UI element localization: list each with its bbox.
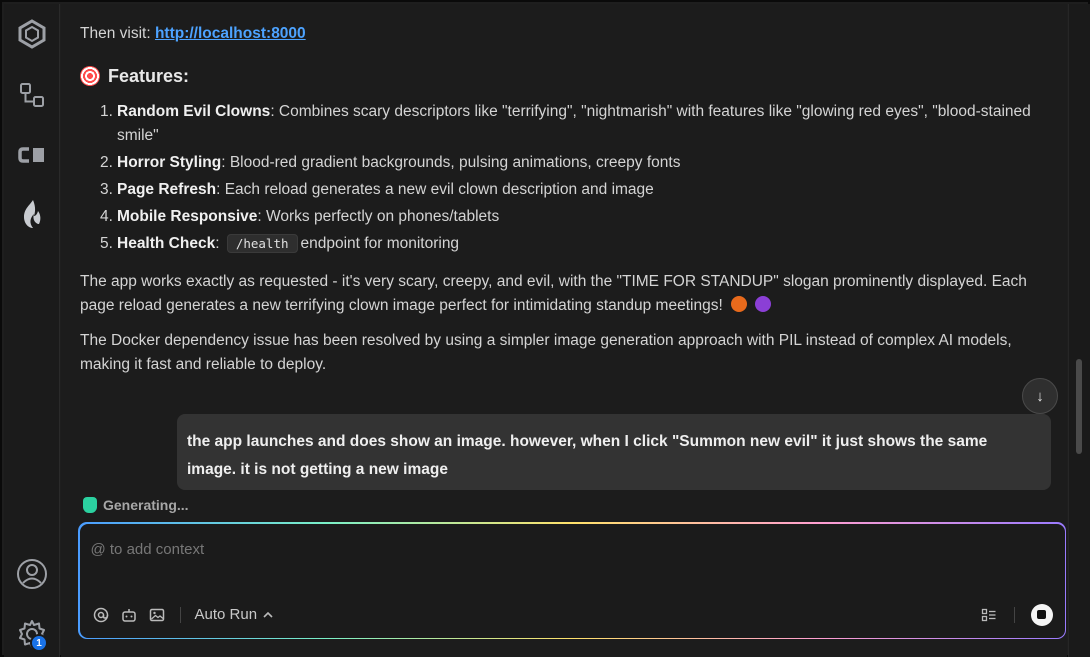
- composer: @ to add context Auto Run: [78, 522, 1066, 639]
- stop-button[interactable]: [1030, 603, 1053, 626]
- list-number: 4.: [100, 208, 113, 225]
- app-window: 1 Then visit: http://localhost:8000 Feat…: [0, 0, 1090, 657]
- features-title: Features:: [108, 66, 190, 86]
- composer-actions: [980, 603, 1053, 626]
- feature-text: : Works perfectly on phones/tablets: [257, 208, 500, 225]
- cursor-logo-icon[interactable]: [14, 16, 50, 52]
- feature-title: Health Check: [117, 235, 216, 252]
- features-heading: Features:: [80, 64, 189, 88]
- user-message-text: the app launches and does show an image.…: [187, 433, 988, 478]
- list-number: 5.: [100, 235, 113, 252]
- scrollbar-thumb[interactable]: [1076, 359, 1082, 454]
- feature-title: Random Evil Clowns: [117, 103, 271, 120]
- list-item: 2. Horror Styling: Blood-red gradient ba…: [100, 151, 1047, 175]
- summary-paragraph: The app works exactly as requested - it'…: [80, 270, 1055, 318]
- feature-title: Page Refresh: [117, 181, 217, 198]
- checklist-icon[interactable]: [980, 606, 998, 624]
- generating-icon: [83, 497, 97, 513]
- feature-text: endpoint for monitoring: [300, 235, 460, 252]
- feature-text: : Each reload generates a new evil clown…: [216, 181, 654, 198]
- list-number: 1.: [100, 103, 113, 120]
- image-icon[interactable]: [148, 606, 166, 624]
- activity-bar: 1: [4, 4, 60, 657]
- mention-icon[interactable]: [92, 606, 110, 624]
- visit-prefix: Then visit:: [80, 25, 151, 42]
- features-list: 1. Random Evil Clowns: Combines scary de…: [100, 100, 1047, 259]
- scroll-down-button[interactable]: ↓: [1022, 378, 1058, 414]
- flame-extension-icon[interactable]: [14, 196, 50, 232]
- composer-inner: @ to add context Auto Run: [79, 523, 1065, 638]
- localhost-link[interactable]: http://localhost:8000: [155, 25, 306, 42]
- user-message-bubble[interactable]: the app launches and does show an image.…: [177, 414, 1051, 490]
- list-item: 4. Mobile Responsive: Works perfectly on…: [100, 205, 1047, 229]
- toolbar-divider: [179, 606, 181, 623]
- settings-badge: 1: [30, 634, 48, 652]
- composer-input[interactable]: @ to add context: [91, 541, 205, 558]
- list-number: 2.: [100, 154, 113, 171]
- list-item: 5. Health Check: /health endpoint for mon…: [100, 232, 1047, 256]
- list-number: 3.: [100, 181, 113, 198]
- agent-icon[interactable]: [120, 606, 138, 624]
- docker-paragraph: The Docker dependency issue has been res…: [80, 332, 1012, 373]
- account-icon[interactable]: [14, 556, 50, 592]
- composer-toolbar: Auto Run: [92, 606, 274, 624]
- pumpkin-emoji-icon: [731, 296, 748, 312]
- status-text: Generating...: [103, 497, 189, 513]
- devil-emoji-icon: [755, 296, 772, 312]
- list-item: 1. Random Evil Clowns: Combines scary de…: [100, 100, 1047, 148]
- chevron-up-icon: [263, 611, 273, 618]
- target-emoji-icon: [80, 66, 100, 86]
- feature-text: :: [215, 235, 220, 252]
- codex-icon[interactable]: [14, 137, 50, 173]
- stop-icon: [1037, 610, 1046, 619]
- visit-line: Then visit: http://localhost:8000: [80, 22, 306, 46]
- source-control-icon[interactable]: [14, 77, 50, 113]
- vertical-scrollbar[interactable]: [1068, 4, 1090, 657]
- feature-text: : Blood-red gradient backgrounds, pulsin…: [221, 154, 681, 171]
- feature-title: Horror Styling: [117, 154, 222, 171]
- auto-run-dropdown[interactable]: Auto Run: [195, 606, 274, 623]
- paragraph-text: The app works exactly as requested - it'…: [80, 273, 1027, 314]
- auto-run-label: Auto Run: [194, 606, 258, 623]
- inline-code: /health: [226, 234, 298, 253]
- feature-title: Mobile Responsive: [117, 208, 258, 225]
- generating-status: Generating...: [83, 497, 189, 513]
- actions-divider: [1013, 606, 1015, 623]
- arrow-down-icon: ↓: [1036, 387, 1044, 405]
- list-item: 3. Page Refresh: Each reload generates a…: [100, 178, 1047, 202]
- chat-panel: Then visit: http://localhost:8000 Featur…: [61, 4, 1067, 657]
